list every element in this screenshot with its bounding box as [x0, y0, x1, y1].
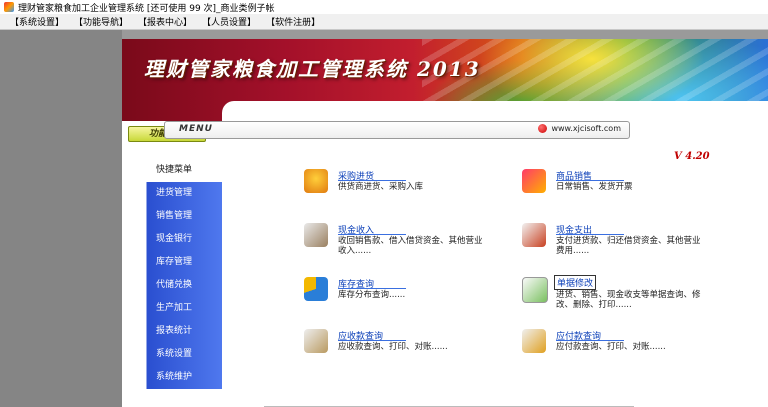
sidebar-item-production[interactable]: 生产加工: [122, 297, 222, 320]
sidebar-item-cash-bank[interactable]: 现金银行: [122, 228, 222, 251]
module-title[interactable]: 单据修改: [554, 275, 597, 290]
module-desc: 日常销售、发货开票: [556, 182, 633, 192]
module-underline: [556, 234, 624, 235]
module-stock-query[interactable]: 库存查询 库存分布查询......: [304, 277, 484, 309]
receivable-icon: [304, 329, 328, 353]
window-title: 理财管家粮食加工企业管理系统 [还可使用 99 次]_商业类例子帐: [18, 3, 275, 14]
menu-box: MENU www.xjcisoft.com: [164, 121, 630, 139]
left-empty-area: [0, 30, 122, 407]
sidebar-item-system-settings[interactable]: 系统设置: [122, 343, 222, 366]
cash-register-icon: [304, 223, 328, 247]
menu-report-center[interactable]: 【报表中心】: [138, 15, 192, 28]
module-document-edit[interactable]: 单据修改 进货、销售、现金收支等单据查询、修改、删除、打印......: [522, 275, 702, 310]
module-desc: 供货商进货、采购入库: [338, 182, 424, 192]
document-edit-icon: [522, 277, 548, 303]
menu-system-settings[interactable]: 【系统设置】: [10, 15, 64, 28]
sidebar: 功能导航 快捷菜单 进货管理 销售管理 现金银行 库存管理 代储兑换 生产加工 …: [122, 121, 222, 407]
shopping-bag-icon: [522, 169, 546, 193]
module-underline: [338, 234, 406, 235]
top-strip: [122, 30, 768, 39]
app-icon: [4, 2, 14, 12]
module-underline: [338, 180, 406, 181]
menu-software-register[interactable]: 【软件注册】: [266, 15, 320, 28]
module-desc: 进货、销售、现金收支等单据查询、修改、删除、打印......: [556, 290, 701, 310]
menu-label: MENU: [179, 124, 213, 134]
shopping-basket-icon: [304, 169, 328, 193]
title-bar: 理财管家粮食加工企业管理系统 [还可使用 99 次]_商业类例子帐: [0, 0, 768, 14]
app-title: 理财管家粮食加工管理系统 2013: [144, 57, 481, 81]
website-text: www.xjcisoft.com: [551, 124, 621, 133]
sidebar-item-reports[interactable]: 报表统计: [122, 320, 222, 343]
sidebar-item-storage-exchange[interactable]: 代储兑换: [122, 274, 222, 297]
sidebar-item-inventory[interactable]: 库存管理: [122, 251, 222, 274]
module-desc: 库存分布查询......: [338, 290, 406, 300]
menu-function-nav[interactable]: 【功能导航】: [74, 15, 128, 28]
module-payable[interactable]: 应付款查询 应付款查询、打印、对账......: [522, 329, 702, 361]
module-desc: 收回销售款、借入借贷资金、其他营业收入......: [338, 236, 483, 256]
module-purchase[interactable]: 采购进货 供货商进货、采购入库: [304, 169, 484, 201]
module-cash-out[interactable]: 现金支出 支付进货款、归还借贷资金、其他营业费用......: [522, 223, 702, 256]
nav-list: 快捷菜单 进货管理 销售管理 现金银行 库存管理 代储兑换 生产加工 报表统计 …: [122, 159, 222, 389]
menu-staff-settings[interactable]: 【人员设置】: [202, 15, 256, 28]
sidebar-item-sales[interactable]: 销售管理: [122, 205, 222, 228]
main-panel: 理财管家粮食加工管理系统 2013 功能导航 快捷菜单 进货管理 销售管理 现金…: [122, 39, 768, 407]
pie-chart-icon: [304, 277, 328, 301]
sidebar-item-quick-menu[interactable]: 快捷菜单: [122, 159, 222, 182]
sidebar-item-purchase[interactable]: 进货管理: [122, 182, 222, 205]
website-link[interactable]: www.xjcisoft.com: [538, 124, 621, 133]
module-desc: 支付进货款、归还借贷资金、其他营业费用......: [556, 236, 701, 256]
module-underline: [556, 340, 624, 341]
module-cash-in[interactable]: 现金收入 收回销售款、借入借贷资金、其他营业收入......: [304, 223, 484, 256]
module-desc: 应收款查询、打印、对账......: [338, 342, 448, 352]
menu-bar: 【系统设置】 【功能导航】 【报表中心】 【人员设置】 【软件注册】: [0, 14, 768, 30]
module-underline: [556, 180, 624, 181]
module-receivable[interactable]: 应收款查询 应收款查询、打印、对账......: [304, 329, 484, 361]
module-underline: [338, 340, 406, 341]
sidebar-item-system-maintenance[interactable]: 系统维护: [122, 366, 222, 389]
globe-icon: [538, 124, 548, 133]
module-sales[interactable]: 商品销售 日常销售、发货开票: [522, 169, 702, 201]
module-desc: 应付款查询、打印、对账......: [556, 342, 666, 352]
cash-payout-icon: [522, 223, 546, 247]
version-label: V 4.20: [674, 151, 710, 162]
module-underline: [338, 288, 406, 289]
payable-icon: [522, 329, 546, 353]
